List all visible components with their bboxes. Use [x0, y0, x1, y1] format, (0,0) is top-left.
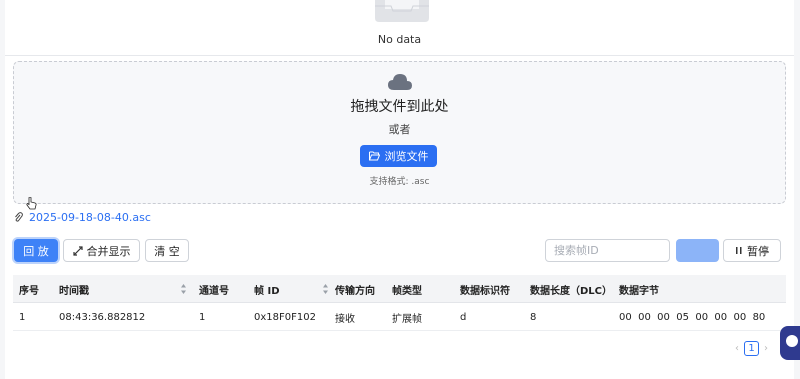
browse-files-button[interactable]: 浏览文件	[360, 145, 437, 167]
cell-frame-id: 0x18F0F102	[254, 311, 316, 323]
file-dropzone[interactable]: 拖拽文件到此处 或者 浏览文件 支持格式: .asc	[13, 61, 786, 204]
cell-direction: 接收	[335, 313, 355, 325]
header-frame-type: 帧类型	[392, 285, 422, 297]
browse-files-label: 浏览文件	[384, 150, 429, 163]
page-number-current[interactable]: 1	[744, 341, 759, 356]
clear-button[interactable]: 清 空	[145, 239, 189, 262]
merge-icon	[72, 245, 83, 256]
header-direction: 传输方向	[335, 285, 375, 297]
header-data-bytes: 数据字节	[619, 285, 659, 297]
page: No data 拖拽文件到此处 或者 浏览文件 支持格式: .asc 2025-…	[5, 0, 794, 379]
pause-label: 暂停	[747, 244, 769, 258]
file-name-link[interactable]: 2025-09-18-08-40.asc	[29, 211, 151, 224]
next-page-icon[interactable]: ›	[764, 343, 768, 354]
frames-table: 序号 时间戳 通道号 帧 ID 传输方向 帧类型 数据标识符 数据长度（DLC）…	[13, 275, 786, 331]
pause-icon	[736, 247, 742, 254]
header-dlc: 数据长度（DLC）	[530, 285, 613, 297]
frame-id-search-input[interactable]	[545, 239, 670, 262]
dropzone-title: 拖拽文件到此处	[350, 99, 449, 115]
sort-icon[interactable]	[180, 283, 187, 295]
play-button[interactable]: 回 放	[14, 239, 58, 262]
pause-button[interactable]: 暂停	[723, 239, 781, 262]
folder-open-icon	[368, 151, 380, 161]
header-frame-id[interactable]: 帧 ID	[254, 275, 280, 303]
no-data-text: No data	[377, 33, 422, 46]
cell-channel: 1	[199, 311, 206, 323]
dropzone-or-text: 或者	[388, 123, 411, 136]
clear-label: 清 空	[154, 244, 180, 258]
merge-display-label: 合并显示	[86, 244, 131, 258]
cell-data-bytes: 00 00 00 05 00 00 00 80	[619, 311, 766, 323]
cell-timestamp: 08:43:36.882812	[59, 311, 146, 323]
header-timestamp[interactable]: 时间戳	[59, 275, 89, 303]
sort-icon[interactable]	[322, 283, 329, 295]
cell-dlc: 8	[530, 311, 537, 323]
table-header: 序号 时间戳 通道号 帧 ID 传输方向 帧类型 数据标识符 数据长度（DLC）…	[13, 275, 786, 303]
pagination: ‹ 1 ›	[735, 341, 768, 356]
prev-page-icon[interactable]: ‹	[735, 343, 739, 354]
merge-display-button[interactable]: 合并显示	[63, 239, 140, 262]
header-data-identifier: 数据标识符	[460, 285, 510, 297]
divider	[5, 55, 794, 56]
table-row[interactable]: 1 08:43:36.882812 1 0x18F0F102 接收 扩展帧 d …	[13, 303, 786, 331]
header-index: 序号	[19, 285, 39, 297]
loaded-file[interactable]: 2025-09-18-08-40.asc	[14, 211, 151, 224]
cloud-upload-icon	[388, 74, 412, 90]
cell-index: 1	[19, 311, 26, 323]
supported-formats-hint: 支持格式: .asc	[369, 177, 430, 187]
hand-cursor-icon	[26, 197, 37, 210]
search-button[interactable]	[676, 239, 719, 262]
chat-widget-icon[interactable]	[780, 326, 800, 360]
cell-frame-type: 扩展帧	[392, 313, 422, 325]
play-label: 回 放	[23, 244, 49, 258]
paperclip-icon	[15, 212, 23, 222]
empty-inbox-icon	[375, 0, 429, 22]
header-channel: 通道号	[199, 285, 229, 297]
cell-data-identifier: d	[460, 311, 467, 323]
